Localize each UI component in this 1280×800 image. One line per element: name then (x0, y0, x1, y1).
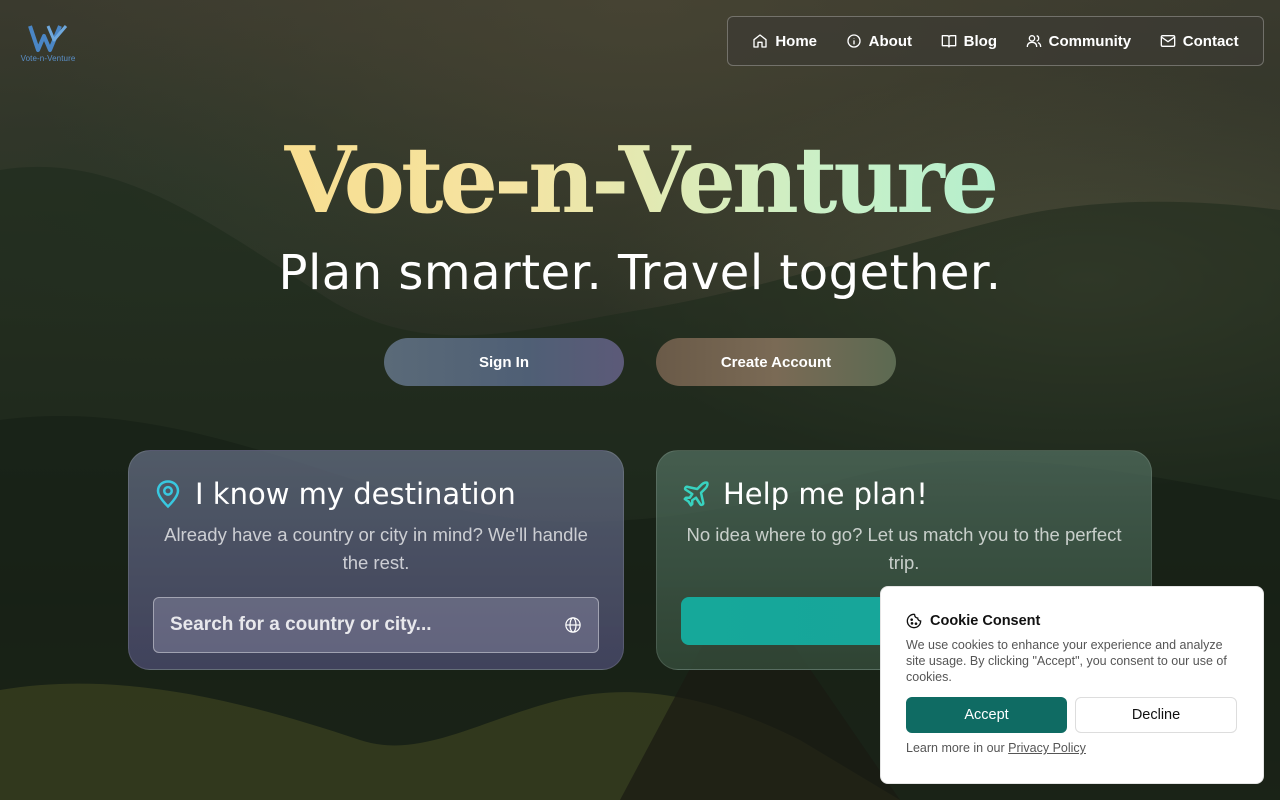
decline-cookies-button[interactable]: Decline (1075, 697, 1237, 733)
nav-item-blog[interactable]: Blog (941, 33, 997, 50)
book-icon (941, 35, 956, 48)
users-icon (1026, 35, 1041, 48)
brand-logo[interactable]: Vote-n-Venture (20, 24, 76, 63)
destination-card-header: I know my destination (153, 475, 599, 513)
destination-search-input[interactable] (170, 614, 550, 636)
w-logo-icon (28, 25, 68, 52)
logo-text: Vote-n-Venture (20, 54, 76, 63)
top-navigation: Home About Blog Community Contact (727, 16, 1264, 66)
nav-label-blog: Blog (963, 32, 997, 50)
cookie-footer-text: Learn more in our (906, 741, 1009, 755)
accept-cookies-button[interactable]: Accept (906, 697, 1067, 733)
map-pin-icon (156, 480, 180, 509)
cookie-footer: Learn more in our Privacy Policy (906, 741, 1238, 755)
plan-card-description: No idea where to go? Let us match you to… (686, 524, 1122, 573)
nav-item-community[interactable]: Community (1026, 32, 1132, 50)
nav-label-home: Home (775, 32, 818, 50)
hero-title: Vote-n-Venture (0, 129, 1280, 231)
nav-item-contact[interactable]: Contact (1160, 33, 1239, 50)
cookie-consent-dialog: Cookie Consent We use cookies to enhance… (880, 586, 1264, 784)
home-icon (753, 34, 767, 48)
destination-card-title: I know my destination (195, 477, 516, 511)
nav-item-about[interactable]: About (846, 33, 912, 50)
sign-in-button[interactable]: Sign In (384, 338, 624, 386)
nav-item-home[interactable]: Home (752, 33, 817, 50)
destination-card-description: Already have a country or city in mind? … (164, 524, 588, 573)
plan-card-header: Help me plan! (681, 475, 1127, 513)
create-account-button[interactable]: Create Account (656, 338, 896, 386)
privacy-policy-link[interactable]: Privacy Policy (1008, 741, 1086, 755)
globe-icon[interactable] (564, 616, 582, 634)
cookie-icon (906, 613, 922, 629)
destination-search (153, 597, 599, 653)
info-icon (847, 34, 861, 48)
nav-label-community: Community (1048, 32, 1132, 50)
mail-icon (1160, 35, 1176, 47)
destination-card: I know my destination Already have a cou… (128, 450, 624, 670)
cookie-buttons: Accept Decline (906, 697, 1238, 733)
plan-card-title: Help me plan! (723, 477, 928, 511)
cookie-text: We use cookies to enhance your experienc… (906, 638, 1227, 684)
cookie-title: Cookie Consent (930, 613, 1041, 629)
cookie-header: Cookie Consent (906, 613, 1238, 629)
nav-label-about: About (868, 32, 912, 50)
nav-label-contact: Contact (1182, 32, 1239, 50)
hero-subtitle: Plan smarter. Travel together. (278, 245, 1002, 301)
plane-icon (683, 481, 709, 507)
